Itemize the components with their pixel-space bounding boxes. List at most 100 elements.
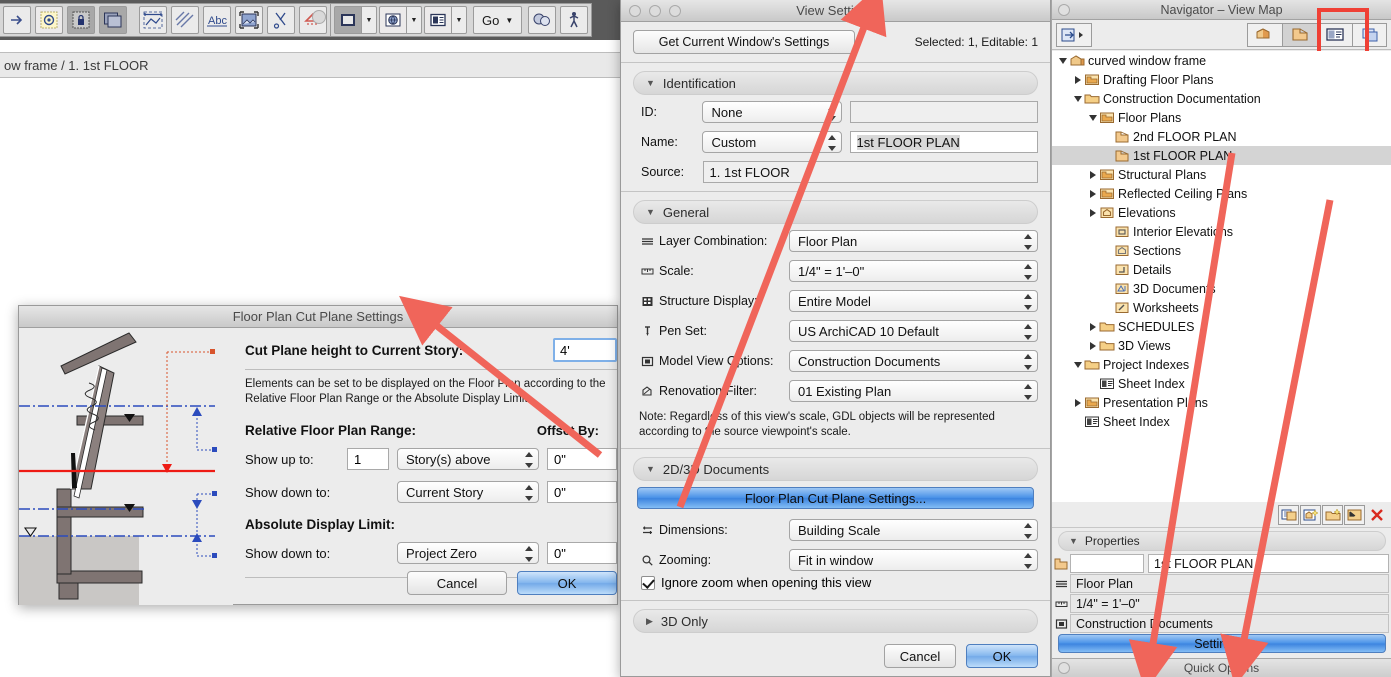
scale-select[interactable]: 1/4" = 1'–0" — [789, 260, 1038, 282]
show-down-to-offset-input[interactable]: 0" — [547, 481, 617, 503]
zooming-select[interactable]: Fit in window — [789, 549, 1038, 571]
show-up-to-count-input[interactable]: 1 — [347, 448, 389, 470]
tree-item-schedules[interactable]: SCHEDULES — [1052, 317, 1391, 336]
window-controls[interactable] — [629, 5, 681, 17]
navigator-close-icon[interactable] — [1058, 4, 1070, 16]
renovation-filter-select[interactable]: 01 Existing Plan — [789, 380, 1038, 402]
show-up-to-offset-input[interactable]: 0" — [547, 448, 617, 470]
triangle-right-icon[interactable] — [1086, 190, 1099, 198]
tree-item-floor-plans[interactable]: Floor Plans — [1052, 108, 1391, 127]
name-text-input[interactable]: 1st FLOOR PLAN — [850, 131, 1038, 153]
toolbar-separator-knob[interactable] — [312, 10, 326, 24]
triangle-right-icon[interactable] — [1071, 76, 1084, 84]
navigator-tree[interactable]: curved window frameDrafting Floor PlansC… — [1052, 51, 1391, 502]
cut-plane-cancel-button[interactable]: Cancel — [407, 571, 507, 595]
tree-item-worksheets[interactable]: Worksheets — [1052, 298, 1391, 317]
id-text-input[interactable] — [850, 101, 1038, 123]
absolute-down-select[interactable]: Project Zero — [397, 542, 539, 564]
section-2d3d-documents[interactable]: ▼ 2D/3D Documents — [633, 457, 1038, 481]
publisher-icon[interactable] — [1352, 23, 1387, 47]
walk-icon[interactable] — [560, 6, 588, 34]
name-select[interactable]: Custom — [702, 131, 841, 153]
navigate-icon[interactable] — [3, 6, 31, 34]
section-general[interactable]: ▼ General — [633, 200, 1038, 224]
navigator-dropdown-button[interactable] — [1056, 23, 1092, 47]
tree-item-project-indexes[interactable]: Project Indexes — [1052, 355, 1391, 374]
triangle-right-icon[interactable] — [1086, 323, 1099, 331]
target-icon[interactable] — [35, 6, 63, 34]
triangle-down-icon[interactable] — [1056, 58, 1069, 64]
triangle-right-icon[interactable] — [1086, 209, 1099, 217]
triangle-down-icon[interactable] — [1071, 96, 1084, 102]
structure-display-select[interactable]: Entire Model — [789, 290, 1038, 312]
close-icon[interactable] — [629, 5, 641, 17]
chevron-down-icon[interactable]: ▼ — [452, 6, 467, 34]
tree-item-details[interactable]: Details — [1052, 260, 1391, 279]
delete-icon[interactable] — [1366, 505, 1387, 525]
properties-settings-button[interactable]: Settings... — [1058, 634, 1386, 653]
triangle-right-icon[interactable] — [1086, 171, 1099, 179]
tree-item-presentation-plans[interactable]: Presentation Plans — [1052, 393, 1391, 412]
dimensions-select[interactable]: Building Scale — [789, 519, 1038, 541]
properties-section-header[interactable]: ▼ Properties — [1058, 531, 1386, 551]
globe-icon[interactable] — [379, 6, 407, 34]
cut-height-input[interactable]: 4' — [553, 338, 617, 362]
triangle-down-icon[interactable] — [1071, 362, 1084, 368]
model-view-options-select[interactable]: Construction Documents — [789, 350, 1038, 372]
tree-item-sheet-index[interactable]: Sheet Index — [1052, 412, 1391, 431]
ignore-zoom-checkbox-row[interactable]: Ignore zoom when opening this view — [633, 575, 1038, 590]
project-map-icon[interactable] — [1247, 23, 1282, 47]
show-up-to-select[interactable]: Story(s) above — [397, 448, 539, 470]
floor-plan-cut-plane-settings-button[interactable]: Floor Plan Cut Plane Settings... — [637, 487, 1034, 509]
abc-text-icon[interactable]: Abc — [203, 6, 231, 34]
absolute-down-offset-input[interactable]: 0" — [547, 542, 617, 564]
layout-book-icon[interactable] — [424, 6, 452, 34]
triangle-right-icon[interactable] — [1086, 342, 1099, 350]
tree-item-interior-elevations[interactable]: Interior Elevations — [1052, 222, 1391, 241]
view-settings-titlebar[interactable]: View Settings — [621, 0, 1050, 22]
navigator-titlebar[interactable]: Navigator – View Map — [1052, 0, 1391, 20]
scissors-icon[interactable] — [267, 6, 295, 34]
project-map-icon[interactable] — [334, 6, 362, 34]
chevron-down-icon[interactable]: ▼ — [362, 6, 377, 34]
tree-item-3d-views[interactable]: 3D Views — [1052, 336, 1391, 355]
tree-item-construction-documentation[interactable]: Construction Documentation — [1052, 89, 1391, 108]
ignore-zoom-checkbox[interactable] — [641, 576, 655, 590]
section-identification[interactable]: ▼ Identification — [633, 71, 1038, 95]
show-down-to-select[interactable]: Current Story — [397, 481, 539, 503]
window-icon[interactable] — [99, 6, 127, 34]
minimize-icon[interactable] — [649, 5, 661, 17]
clone-settings-icon[interactable] — [1278, 505, 1299, 525]
properties-name-field[interactable]: 1st FLOOR PLAN — [1148, 554, 1389, 573]
image-icon[interactable] — [235, 6, 263, 34]
zoom-icon[interactable] — [669, 5, 681, 17]
tree-item-structural-plans[interactable]: Structural Plans — [1052, 165, 1391, 184]
hatch-icon[interactable] — [171, 6, 199, 34]
dimension-icon[interactable] — [139, 6, 167, 34]
tree-item-sheet-index[interactable]: Sheet Index — [1052, 374, 1391, 393]
tree-item-curved-window-frame[interactable]: curved window frame — [1052, 51, 1391, 70]
quick-options-toggle-icon[interactable] — [1058, 662, 1070, 674]
get-current-window-settings-button[interactable]: Get Current Window's Settings — [633, 30, 855, 54]
properties-id-field[interactable] — [1070, 554, 1144, 573]
lock-icon[interactable] — [67, 6, 95, 34]
redefine-icon[interactable] — [1344, 505, 1365, 525]
triangle-down-icon[interactable] — [1086, 115, 1099, 121]
tree-item-2nd-floor-plan[interactable]: 2nd FLOOR PLAN — [1052, 127, 1391, 146]
tree-item-3d-documents[interactable]: 3D Documents — [1052, 279, 1391, 298]
layout-book-icon[interactable] — [1317, 23, 1352, 47]
chevron-down-icon[interactable]: ▼ — [407, 6, 422, 34]
pen-set-select[interactable]: US ArchiCAD 10 Default — [789, 320, 1038, 342]
tree-item-reflected-ceiling-plans[interactable]: Reflected Ceiling Plans — [1052, 184, 1391, 203]
tree-item-1st-floor-plan[interactable]: 1st FLOOR PLAN — [1052, 146, 1391, 165]
view-settings-ok-button[interactable]: OK — [966, 644, 1038, 668]
view-settings-cancel-button[interactable]: Cancel — [884, 644, 956, 668]
new-view-icon[interactable] — [1300, 505, 1321, 525]
tree-item-drafting-floor-plans[interactable]: Drafting Floor Plans — [1052, 70, 1391, 89]
section-3d-only[interactable]: ▶ 3D Only — [633, 609, 1038, 633]
comment-icon[interactable] — [528, 6, 556, 34]
cut-plane-titlebar[interactable]: Floor Plan Cut Plane Settings — [19, 306, 617, 328]
id-select[interactable]: None — [702, 101, 841, 123]
tree-item-elevations[interactable]: Elevations — [1052, 203, 1391, 222]
layer-combination-select[interactable]: Floor Plan — [789, 230, 1038, 252]
